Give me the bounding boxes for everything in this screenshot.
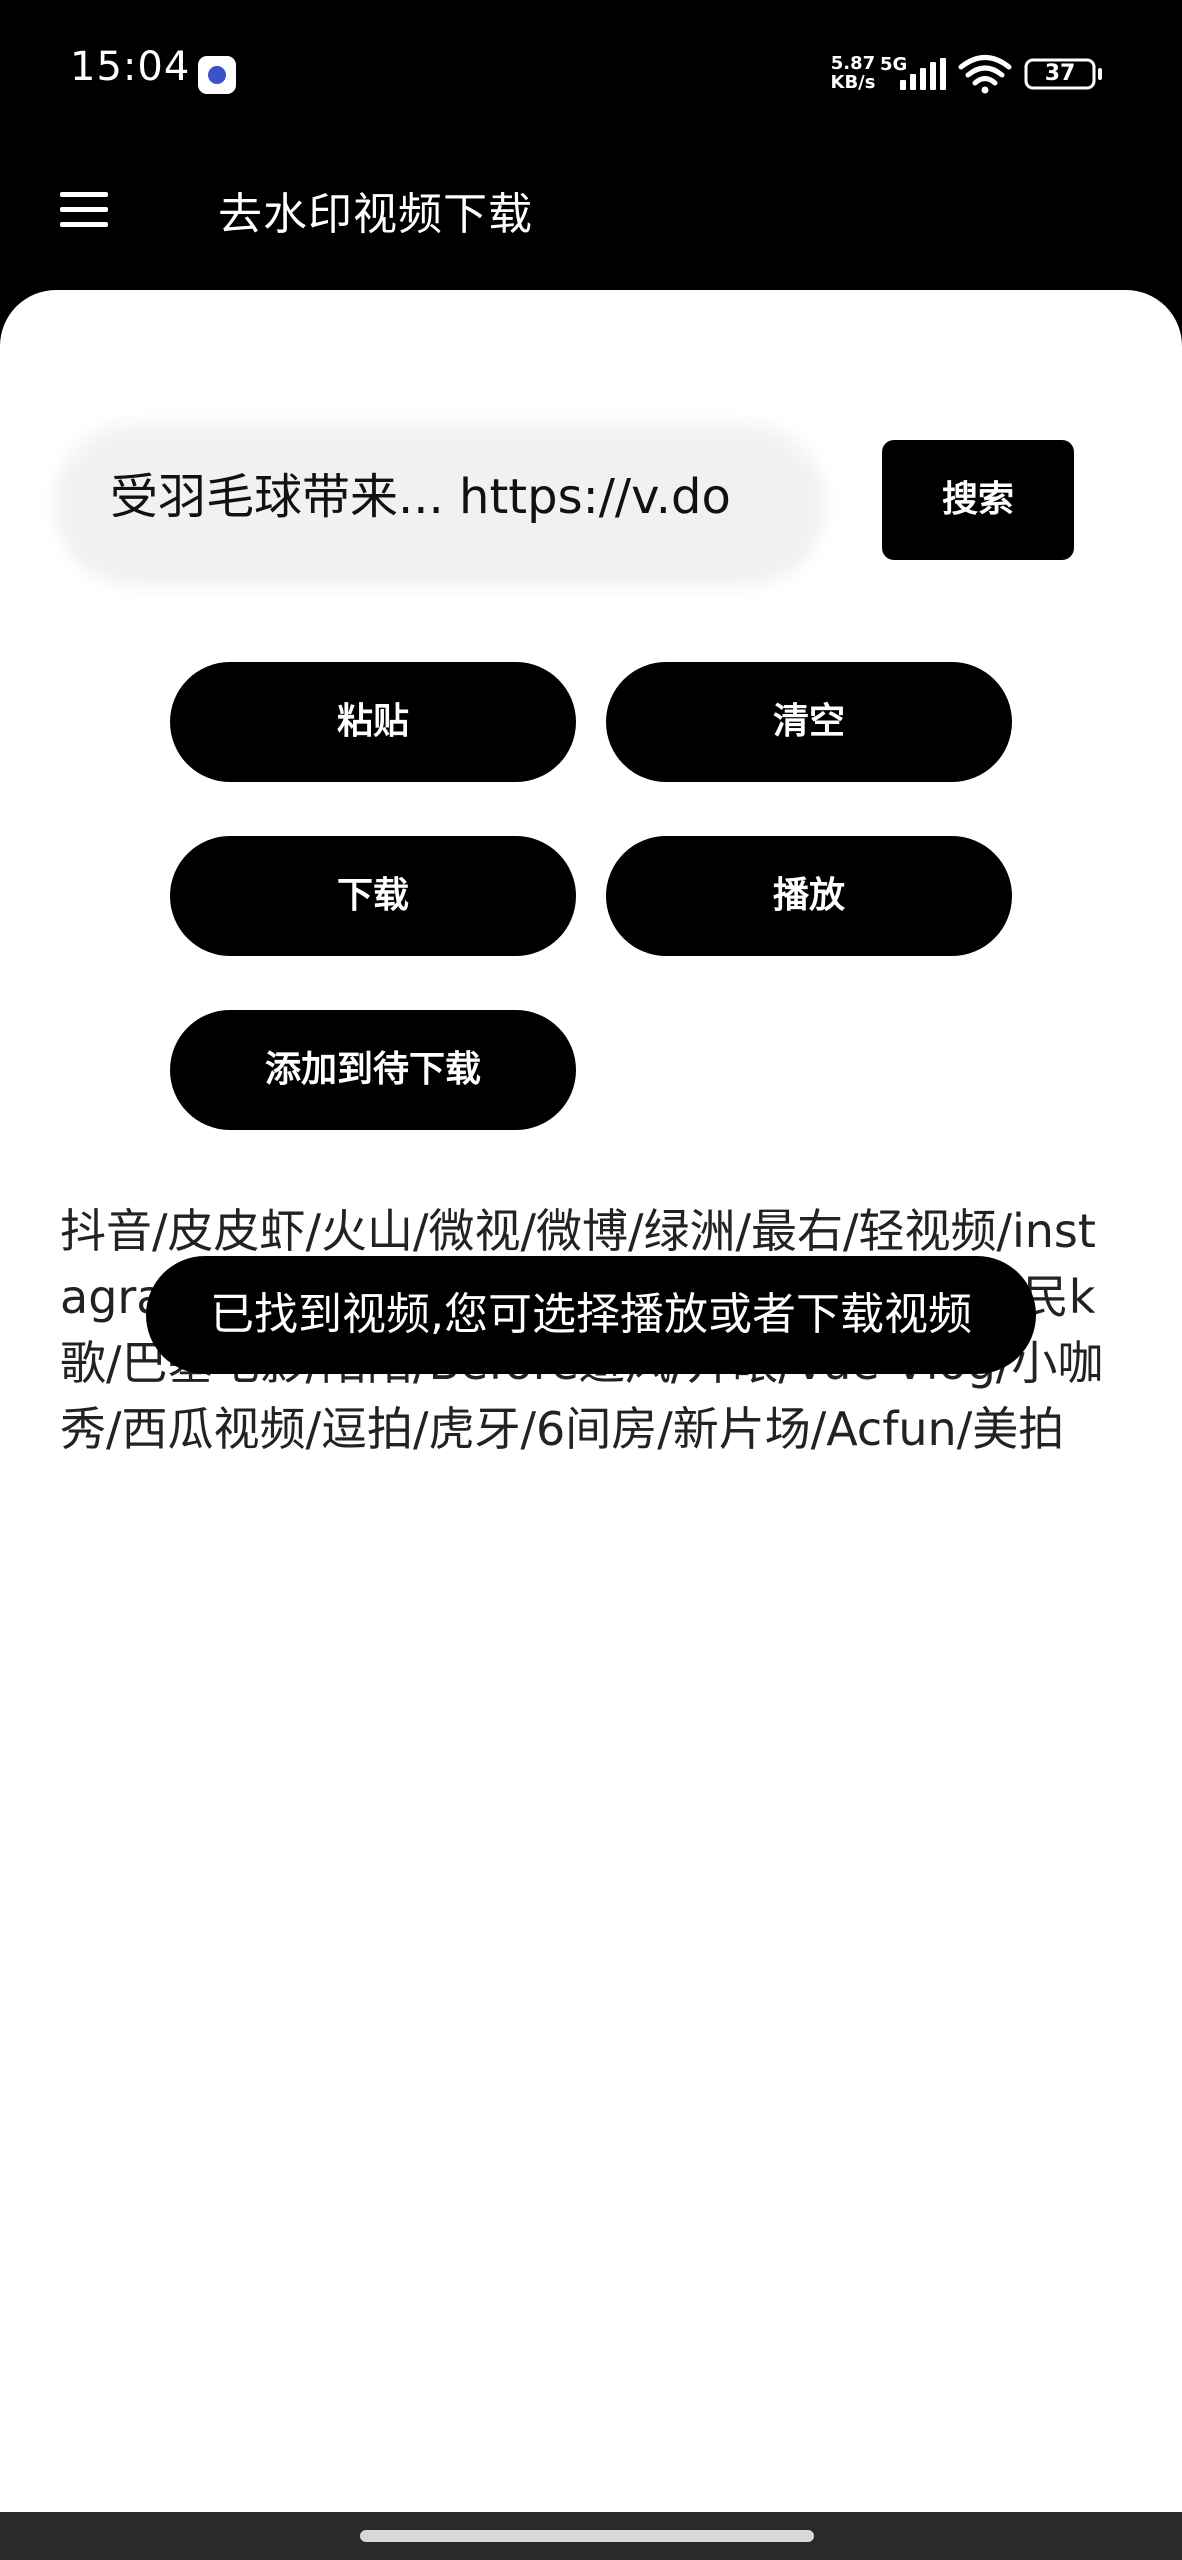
signal-icon — [900, 58, 946, 90]
content-card: 受羽毛球带来... https://v.do 搜索 粘贴 清空 下载 播放 添加… — [0, 290, 1182, 2512]
add-to-queue-button[interactable]: 添加到待下载 — [170, 1010, 576, 1130]
paste-button[interactable]: 粘贴 — [170, 662, 576, 782]
status-time: 15:04 — [70, 44, 191, 90]
wifi-icon — [958, 55, 1012, 94]
toast-message: 已找到视频,您可选择播放或者下载视频 — [146, 1256, 1036, 1374]
network-speed: 5.87 KB/s — [826, 54, 880, 92]
clear-button[interactable]: 清空 — [606, 662, 1012, 782]
home-gesture-handle[interactable] — [360, 2530, 814, 2542]
app-bar: 去水印视频下载 — [0, 150, 1182, 290]
status-bar: 15:04 5.87 KB/s 5G 37 — [0, 0, 1182, 150]
app-notification-icon — [198, 56, 236, 94]
screen: 15:04 5.87 KB/s 5G 37 去水印视频下载 受羽毛球带来... … — [0, 0, 1182, 2560]
app-title: 去水印视频下载 — [218, 189, 533, 240]
network-speed-value: 5.87 — [830, 53, 876, 74]
play-button[interactable]: 播放 — [606, 836, 1012, 956]
network-speed-unit: KB/s — [830, 72, 876, 93]
download-button[interactable]: 下载 — [170, 836, 576, 956]
navigation-bar — [0, 2512, 1182, 2560]
menu-icon[interactable] — [60, 190, 108, 230]
battery-level: 37 — [1044, 61, 1076, 86]
search-button[interactable]: 搜索 — [882, 440, 1074, 560]
url-input[interactable]: 受羽毛球带来... https://v.do — [54, 416, 826, 578]
